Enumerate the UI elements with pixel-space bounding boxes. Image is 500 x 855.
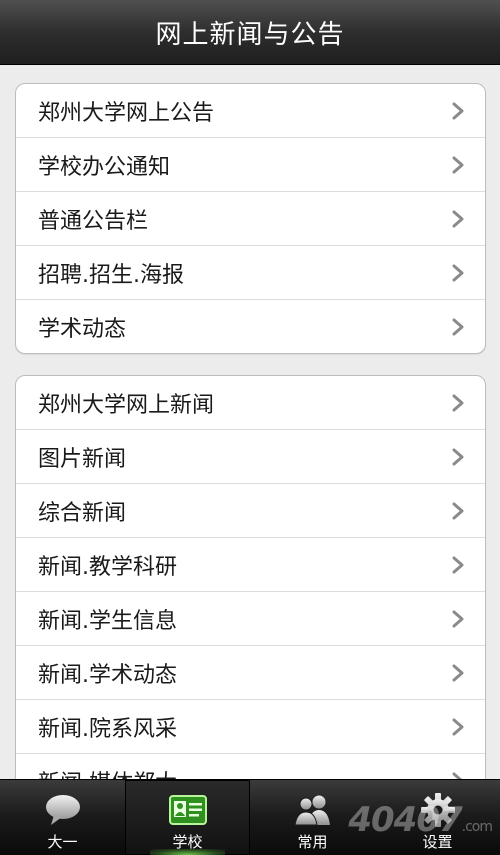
list-item-label: 郑州大学网上新闻 (38, 392, 215, 418)
list-item-label: 招聘.招生.海报 (38, 262, 184, 288)
gear-icon (420, 792, 456, 828)
chevron-right-icon (452, 772, 463, 779)
chevron-right-icon (452, 664, 464, 681)
list-item[interactable]: 综合新闻 (16, 484, 485, 538)
list-item[interactable]: 郑州大学网上公告 (16, 84, 485, 138)
chevron-right-icon (452, 102, 464, 119)
tab-label: 设置 (422, 833, 453, 851)
chat-bubble-icon (44, 792, 82, 828)
list-item-label: 学校办公通知 (38, 154, 171, 180)
tab-settings[interactable]: 设置 (375, 780, 500, 855)
list-item[interactable]: 新闻.院系风采 (16, 700, 485, 754)
list-item[interactable]: 普通公告栏 (16, 192, 485, 246)
chevron-right-icon (452, 156, 464, 173)
content-area[interactable]: 郑州大学网上公告 学校办公通知 普通公告栏 招聘.招生.海报 学术动态 郑州大学… (0, 65, 500, 779)
list-item-label: 图片新闻 (38, 446, 127, 472)
notice-group: 郑州大学网上公告 学校办公通知 普通公告栏 招聘.招生.海报 学术动态 (15, 83, 486, 354)
list-item-label: 新闻.教学科研 (38, 554, 177, 580)
chevron-right-icon (452, 718, 464, 735)
chevron-right-icon (452, 556, 464, 573)
list-item-label: 新闻.院系风采 (38, 716, 177, 742)
tab-label: 大一 (47, 833, 78, 851)
chevron-right-icon (452, 448, 464, 465)
list-item[interactable]: 学术动态 (16, 300, 485, 353)
list-item-label: 综合新闻 (38, 500, 127, 526)
list-item[interactable]: 新闻.学生信息 (16, 592, 485, 646)
list-item[interactable]: 图片新闻 (16, 430, 485, 484)
tab-common[interactable]: 常用 (250, 780, 375, 855)
tab-label: 学校 (172, 833, 203, 851)
list-item[interactable]: 郑州大学网上新闻 (16, 376, 485, 430)
tab-bar: 大一 学校 常用 设置 (0, 779, 500, 855)
list-item[interactable]: 新闻.教学科研 (16, 538, 485, 592)
list-item-label: 普通公告栏 (38, 208, 149, 234)
tab-label: 常用 (297, 833, 328, 851)
list-item-label: 新闻.学生信息 (38, 608, 177, 634)
chevron-right-icon (452, 264, 464, 281)
chevron-right-icon (452, 318, 464, 335)
list-item-label: 郑州大学网上公告 (38, 100, 215, 126)
list-item-label: 新闻.媒体郑大 (38, 765, 451, 780)
list-item-label: 新闻.学术动态 (38, 662, 177, 688)
list-item[interactable]: 新闻.学术动态 (16, 646, 485, 700)
page-title: 网上新闻与公告 (155, 19, 345, 50)
list-item[interactable]: 新闻.媒体郑大 (16, 754, 485, 779)
people-icon (292, 792, 334, 828)
chevron-right-icon (452, 610, 464, 627)
list-item[interactable]: 学校办公通知 (16, 138, 485, 192)
id-card-icon (168, 792, 208, 828)
list-item-label: 学术动态 (38, 316, 127, 342)
list-item[interactable]: 招聘.招生.海报 (16, 246, 485, 300)
chevron-right-icon (452, 394, 464, 411)
chevron-right-icon (452, 502, 464, 519)
chevron-right-icon (452, 210, 464, 227)
tab-freshman[interactable]: 大一 (0, 780, 125, 855)
title-bar: 网上新闻与公告 (0, 0, 500, 65)
tab-school[interactable]: 学校 (125, 780, 250, 855)
news-group: 郑州大学网上新闻 图片新闻 综合新闻 新闻.教学科研 新闻.学生信息 新闻.学术… (15, 375, 486, 779)
